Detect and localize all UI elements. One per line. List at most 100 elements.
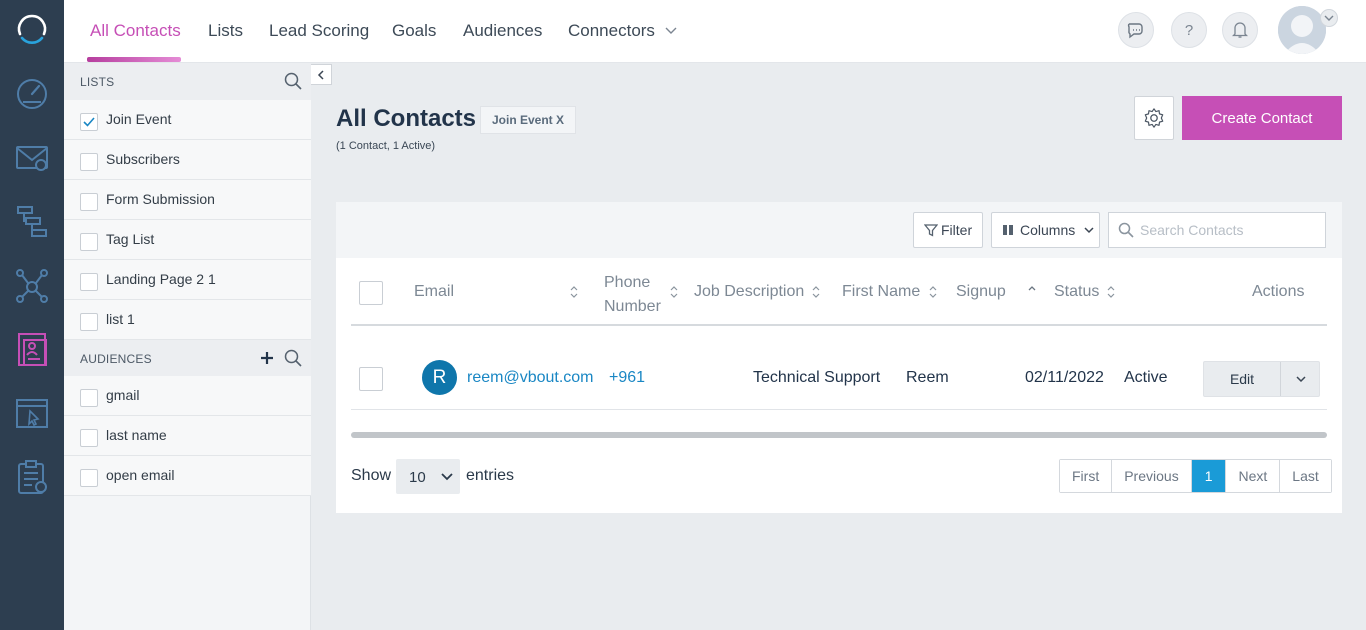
- page-previous-button[interactable]: Previous: [1112, 460, 1192, 492]
- tab-lead-scoring[interactable]: Lead Scoring: [269, 21, 369, 41]
- chevron-left-icon: [317, 69, 324, 80]
- audience-checkbox[interactable]: [80, 469, 98, 487]
- row-actions-dropdown[interactable]: [1282, 362, 1320, 396]
- contacts-icon[interactable]: [14, 331, 50, 367]
- audience-item[interactable]: open email: [64, 456, 311, 496]
- list-checkbox[interactable]: [80, 233, 98, 251]
- page-first-button[interactable]: First: [1060, 460, 1113, 492]
- list-checkbox[interactable]: [80, 193, 98, 211]
- collapse-panel-button[interactable]: [311, 64, 332, 85]
- gear-icon: [1144, 108, 1164, 128]
- chevron-down-icon[interactable]: [665, 24, 677, 36]
- bell-icon: [1232, 22, 1248, 38]
- search-contacts-input[interactable]: Search Contacts: [1108, 212, 1326, 248]
- filter-icon: [924, 224, 938, 237]
- audience-item-label: open email: [106, 467, 175, 483]
- search-icon[interactable]: [284, 349, 302, 367]
- user-avatar[interactable]: [1278, 6, 1326, 54]
- tab-goals[interactable]: Goals: [392, 21, 436, 41]
- columns-label: Columns: [1020, 222, 1076, 238]
- contact-signup-date: 02/11/2022: [1025, 369, 1104, 386]
- tab-all-contacts[interactable]: All Contacts: [90, 21, 181, 41]
- list-item[interactable]: Landing Page 2 1: [64, 260, 311, 300]
- search-icon[interactable]: [284, 72, 302, 90]
- tab-audiences[interactable]: Audiences: [463, 21, 542, 41]
- sort-icon[interactable]: [669, 285, 679, 299]
- audience-item-label: last name: [106, 427, 167, 443]
- audience-item[interactable]: last name: [64, 416, 311, 456]
- top-navigation: All Contacts Lists Lead Scoring Goals Au…: [64, 0, 1366, 63]
- sort-icon[interactable]: [928, 285, 938, 299]
- sort-icon[interactable]: [569, 285, 579, 299]
- list-item[interactable]: Subscribers: [64, 140, 311, 180]
- column-header-phone[interactable]: Phone Number: [604, 271, 670, 319]
- filter-button[interactable]: Filter: [913, 212, 983, 248]
- tab-connectors[interactable]: Connectors: [568, 21, 655, 41]
- column-header-status[interactable]: Status: [1054, 283, 1099, 301]
- survey-icon[interactable]: [14, 459, 50, 495]
- audiences-heading: AUDIENCES: [80, 352, 152, 366]
- chat-button[interactable]: [1118, 12, 1154, 48]
- entries-value: 10: [409, 469, 426, 486]
- list-item-label: Tag List: [106, 231, 155, 247]
- filter-label: Filter: [941, 222, 973, 238]
- sort-icon[interactable]: [1106, 285, 1116, 299]
- plus-icon[interactable]: [258, 349, 276, 367]
- page-next-button[interactable]: Next: [1226, 460, 1281, 492]
- email-icon[interactable]: [14, 139, 50, 175]
- list-checkbox[interactable]: [80, 113, 98, 131]
- audience-item[interactable]: gmail: [64, 376, 311, 416]
- list-item[interactable]: Join Event: [64, 100, 311, 140]
- filter-tag[interactable]: Join Event X: [480, 106, 577, 134]
- horizontal-scrollbar[interactable]: [351, 432, 1327, 438]
- column-header-signup[interactable]: Signup: [956, 283, 1006, 301]
- contact-phone[interactable]: +961: [609, 369, 645, 387]
- edit-button[interactable]: Edit: [1204, 362, 1281, 396]
- column-header-job-description[interactable]: Job Description: [694, 283, 804, 301]
- tab-lists[interactable]: Lists: [208, 21, 243, 41]
- column-header-actions: Actions: [1252, 283, 1305, 300]
- page-number-button[interactable]: 1: [1191, 460, 1227, 492]
- sort-icon[interactable]: [811, 285, 821, 299]
- user-silhouette-icon: [1278, 6, 1326, 54]
- account-menu-toggle[interactable]: [1320, 9, 1338, 27]
- settings-button[interactable]: [1134, 96, 1174, 140]
- help-button[interactable]: ?: [1171, 12, 1207, 48]
- search-placeholder: Search Contacts: [1140, 222, 1244, 238]
- columns-button[interactable]: Columns: [991, 212, 1100, 248]
- list-checkbox[interactable]: [80, 273, 98, 291]
- list-checkbox[interactable]: [80, 313, 98, 331]
- dashboard-icon[interactable]: [14, 75, 50, 111]
- logo-icon[interactable]: [14, 12, 50, 48]
- audience-checkbox[interactable]: [80, 429, 98, 447]
- header-divider: [351, 324, 1327, 326]
- landing-page-icon[interactable]: [14, 395, 50, 431]
- row-checkbox[interactable]: [359, 367, 383, 391]
- list-item-label: Landing Page 2 1: [106, 271, 216, 287]
- list-item[interactable]: list 1: [64, 300, 311, 340]
- page-last-button[interactable]: Last: [1280, 460, 1331, 492]
- sort-ascending-icon[interactable]: [1027, 284, 1037, 298]
- list-item-label: list 1: [106, 311, 135, 327]
- chevron-down-icon: [441, 473, 453, 481]
- column-header-email[interactable]: Email: [414, 283, 454, 301]
- row-actions: Edit: [1203, 361, 1320, 397]
- list-item[interactable]: Form Submission: [64, 180, 311, 220]
- list-item[interactable]: Tag List: [64, 220, 311, 260]
- column-header-first-name[interactable]: First Name: [842, 283, 920, 301]
- row-divider: [351, 409, 1327, 410]
- list-checkbox[interactable]: [80, 153, 98, 171]
- contact-email-link[interactable]: reem@vbout.com: [467, 369, 594, 387]
- select-all-checkbox[interactable]: [359, 281, 383, 305]
- list-item-label: Subscribers: [106, 151, 180, 167]
- workflow-icon[interactable]: [14, 203, 50, 239]
- audience-checkbox[interactable]: [80, 389, 98, 407]
- columns-icon: [1003, 225, 1013, 235]
- checkmark-icon: [83, 117, 95, 127]
- table-toolbar: Filter Columns Search Contacts: [336, 202, 1342, 258]
- create-contact-button[interactable]: Create Contact: [1182, 96, 1342, 140]
- entries-per-page-select[interactable]: 10: [396, 459, 460, 494]
- social-network-icon[interactable]: [14, 267, 50, 303]
- contact-count: (1 Contact, 1 Active): [336, 140, 436, 152]
- notifications-button[interactable]: [1222, 12, 1258, 48]
